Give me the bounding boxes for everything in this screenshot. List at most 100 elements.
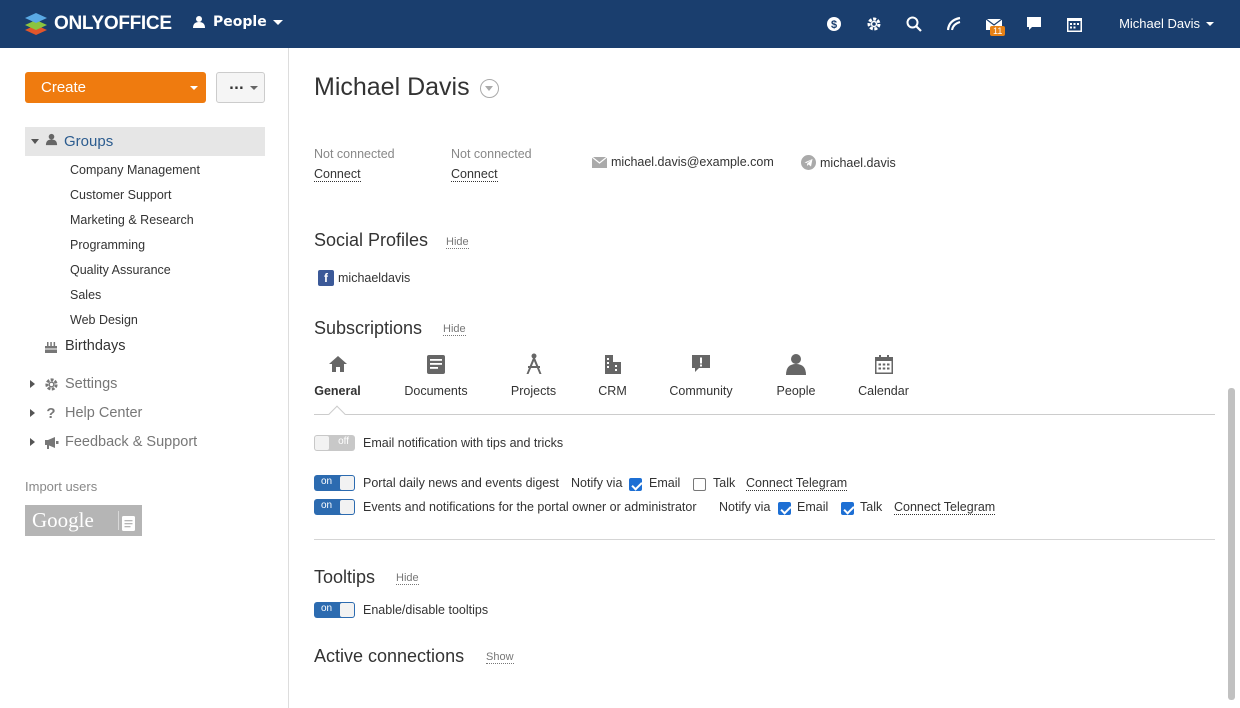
module-label: People xyxy=(213,14,267,30)
connect-status: Not connected xyxy=(451,147,532,161)
create-button[interactable]: Create xyxy=(25,72,206,103)
subscriptions-hide-link[interactable]: Hide xyxy=(443,323,466,336)
expand-icon[interactable] xyxy=(30,438,35,446)
connect-link[interactable]: Connect xyxy=(451,167,498,182)
tips-toggle[interactable]: off xyxy=(314,435,355,451)
toggle-state: off xyxy=(338,436,349,447)
more-label: ... xyxy=(229,78,244,93)
mail-badge: 11 xyxy=(990,26,1006,36)
events-email-checkbox[interactable] xyxy=(778,502,791,515)
events-toggle[interactable]: on xyxy=(314,499,355,515)
group-item[interactable]: Sales xyxy=(70,285,200,310)
megaphone-icon xyxy=(43,434,59,450)
feed-icon[interactable] xyxy=(944,14,964,34)
tab-documents[interactable]: Documents xyxy=(404,352,468,398)
group-list: Company Management Customer Support Mark… xyxy=(70,160,200,335)
facebook-username: michaeldavis xyxy=(338,271,411,285)
tab-crm[interactable]: CRM xyxy=(598,352,627,398)
tab-general[interactable]: General xyxy=(314,352,361,398)
sidebar-item-label: Help Center xyxy=(65,405,143,421)
social-hide-link[interactable]: Hide xyxy=(446,236,469,249)
user-menu[interactable]: Michael Davis xyxy=(1119,16,1214,31)
active-tab-pointer xyxy=(328,405,346,423)
community-icon xyxy=(689,352,713,376)
calendar-icon xyxy=(872,352,896,376)
person-icon xyxy=(193,16,205,28)
group-item[interactable]: Company Management xyxy=(70,160,200,185)
tab-calendar[interactable]: Calendar xyxy=(858,352,909,398)
group-item[interactable]: Marketing & Research xyxy=(70,210,200,235)
group-item[interactable]: Programming xyxy=(70,235,200,260)
tab-label: Documents xyxy=(404,384,468,398)
toggle-state: on xyxy=(321,500,333,511)
tab-people[interactable]: People xyxy=(777,352,815,398)
expand-icon[interactable] xyxy=(31,139,39,144)
social-profiles-title: Social Profiles xyxy=(314,230,429,250)
connect-telegram-link[interactable]: Connect Telegram xyxy=(894,500,996,515)
svg-text:$: $ xyxy=(831,19,837,31)
more-actions-button[interactable]: ... xyxy=(216,72,265,103)
documents-icon xyxy=(424,352,448,376)
email-address[interactable]: michael.davis@example.com xyxy=(611,155,774,169)
connect-telegram-link[interactable]: Connect Telegram xyxy=(746,476,848,491)
chat-icon[interactable] xyxy=(1024,14,1044,34)
person-icon xyxy=(45,133,58,150)
calendar-icon[interactable] xyxy=(1064,14,1084,34)
gear-icon xyxy=(43,376,59,392)
search-icon[interactable] xyxy=(904,14,924,34)
logo[interactable]: ONLYOFFICE xyxy=(24,11,172,37)
sidebar-item-feedback[interactable]: Feedback & Support xyxy=(30,434,197,450)
tab-label: Projects xyxy=(510,384,557,398)
tooltips-toggle[interactable]: on xyxy=(314,602,355,618)
digest-label: Portal daily news and events digest xyxy=(363,476,559,490)
google-import-button[interactable]: Google xyxy=(25,505,142,536)
sidebar-item-settings[interactable]: Settings xyxy=(30,376,117,392)
email-label: Email xyxy=(797,500,829,514)
cake-icon xyxy=(43,338,59,354)
module-switcher[interactable]: People xyxy=(192,14,283,30)
facebook-profile[interactable]: f michaeldavis xyxy=(318,270,410,286)
connections-show-link[interactable]: Show xyxy=(486,651,514,664)
group-item[interactable]: Web Design xyxy=(70,310,200,335)
profile-menu-button[interactable] xyxy=(480,79,499,98)
tab-label: General xyxy=(314,384,361,398)
mail-icon xyxy=(592,156,607,168)
document-icon xyxy=(118,511,136,531)
sidebar-item-help-center[interactable]: ? Help Center xyxy=(30,405,143,422)
notify-via-label: Notify via xyxy=(719,500,771,514)
scroll-thumb[interactable] xyxy=(1228,388,1235,700)
group-item[interactable]: Customer Support xyxy=(70,185,200,210)
telegram-handle[interactable]: michael.davis xyxy=(820,156,896,170)
brand-name: ONLYOFFICE xyxy=(54,13,172,34)
logo-icon xyxy=(25,13,47,35)
currency-icon[interactable]: $ xyxy=(824,14,844,34)
digest-toggle[interactable]: on xyxy=(314,475,355,491)
talk-label: Talk xyxy=(860,500,883,514)
expand-icon[interactable] xyxy=(30,380,35,388)
expand-icon[interactable] xyxy=(30,409,35,417)
sidebar: Create ... Groups Company Management Cus… xyxy=(0,48,289,708)
tab-community[interactable]: Community xyxy=(668,352,734,398)
sidebar-item-label: Birthdays xyxy=(65,338,126,354)
subscriptions-title: Subscriptions xyxy=(314,318,423,338)
tab-projects[interactable]: Projects xyxy=(511,352,556,398)
facebook-icon: f xyxy=(318,270,334,286)
active-connections-title: Active connections xyxy=(314,646,465,666)
chevron-down-icon xyxy=(250,86,258,90)
digest-talk-checkbox[interactable] xyxy=(693,478,706,491)
tips-label: Email notification with tips and tricks xyxy=(363,436,564,450)
toggle-knob xyxy=(340,500,354,514)
sidebar-item-groups[interactable]: Groups xyxy=(25,127,265,156)
scrollbar[interactable] xyxy=(1226,48,1238,708)
top-bar: ONLYOFFICE People $ 11 Michael Davis xyxy=(0,0,1240,48)
connect-link[interactable]: Connect xyxy=(314,167,361,182)
digest-email-checkbox[interactable] xyxy=(629,478,642,491)
events-talk-checkbox[interactable] xyxy=(841,502,854,515)
sidebar-item-birthdays[interactable]: Birthdays xyxy=(43,338,125,354)
profile-content: Michael Davis Not connected Connect Not … xyxy=(314,48,1224,708)
email-label: Email xyxy=(649,476,681,490)
group-item[interactable]: Quality Assurance xyxy=(70,260,200,285)
tooltips-hide-link[interactable]: Hide xyxy=(396,572,419,585)
gear-icon[interactable] xyxy=(864,14,884,34)
mail-icon[interactable]: 11 xyxy=(984,14,1006,36)
